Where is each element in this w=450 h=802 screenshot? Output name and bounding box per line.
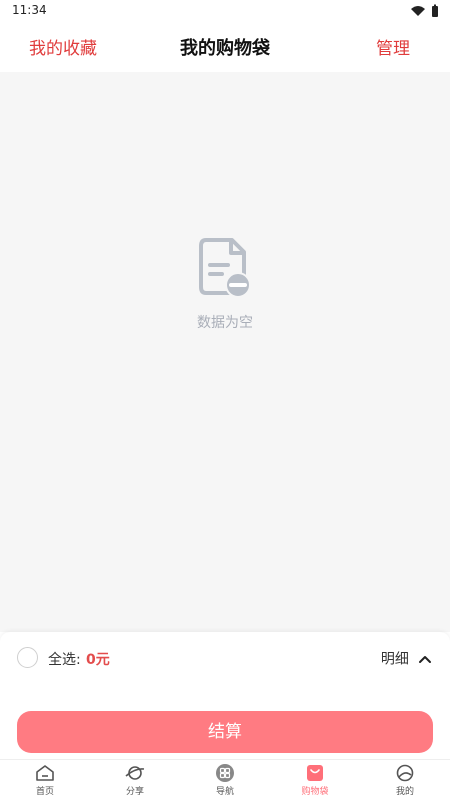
bag-icon [307,765,323,781]
tab-bar: 首页 分享 导航 购物袋 我的 [0,759,450,802]
tab-shopping-bag[interactable]: 购物袋 [270,764,360,802]
tab-nav-label: 导航 [215,787,234,797]
status-bar: 11:34 [0,0,450,22]
header: 我的收藏 我的购物袋 管理 [0,22,450,72]
tab-home[interactable]: 首页 [0,764,90,802]
select-all-checkbox[interactable] [17,647,38,668]
detail-toggle[interactable]: 明细 [381,648,432,668]
tab-home-label: 首页 [35,787,54,797]
wifi-icon [411,6,425,16]
manage-button[interactable]: 管理 [376,34,410,59]
grid-icon [216,764,234,782]
tab-shopping-bag-label: 购物袋 [301,787,329,797]
empty-state-text: 数据为空 [197,315,253,331]
checkout-button[interactable]: 结算 [17,711,433,753]
planet-icon [125,766,145,780]
detail-label: 明细 [380,651,409,668]
tab-nav[interactable]: 导航 [180,764,270,802]
total-amount: 0元 [86,652,110,668]
tab-share[interactable]: 分享 [90,764,180,802]
chevron-up-icon [419,655,431,663]
select-all-label: 全选: [48,652,81,668]
tab-share-label: 分享 [125,787,144,797]
status-icons [408,3,440,17]
cart-content: 数据为空 [0,72,450,632]
cart-summary: 全选: 0元 明细 结算 [0,632,450,759]
status-time: 11:34 [12,3,47,17]
profile-icon [396,764,414,782]
battery-icon [432,4,438,17]
tab-profile[interactable]: 我的 [360,764,450,802]
tab-profile-label: 我的 [395,787,414,797]
home-icon [36,765,54,781]
empty-document-icon [198,237,252,299]
